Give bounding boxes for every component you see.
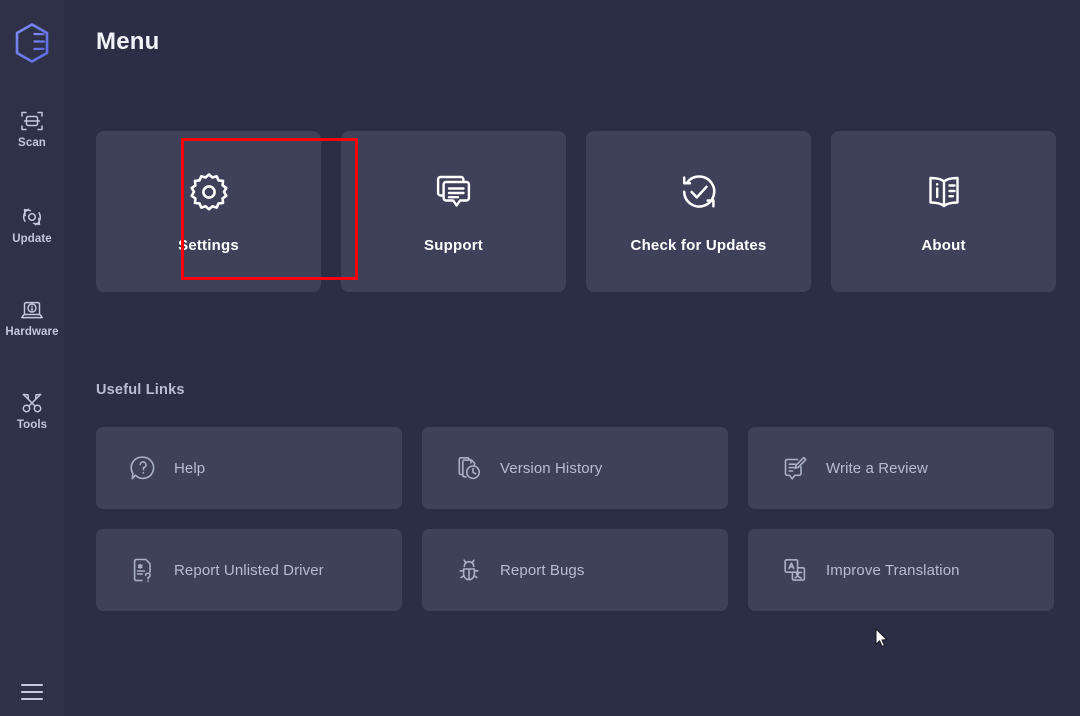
sidebar-item-label: Scan (18, 137, 46, 149)
main-content: Menu Settings Support Check for Updates … (64, 0, 1080, 716)
link-card-label: Help (174, 459, 206, 477)
sidebar-item-label: Hardware (5, 326, 59, 338)
menu-card-grid: Settings Support Check for Updates About (96, 131, 1056, 292)
mouse-cursor-icon (875, 628, 888, 648)
tools-icon (22, 393, 42, 413)
hamburger-bar (21, 684, 43, 686)
gear-icon (189, 173, 228, 211)
sidebar-item-hardware[interactable]: Hardware (0, 297, 64, 338)
link-card-label: Write a Review (826, 459, 928, 477)
useful-links-grid: Help Version History Write a Review Repo… (96, 427, 1056, 611)
page-title: Menu (96, 28, 160, 55)
hamburger-bar (21, 691, 43, 693)
update-icon (22, 208, 42, 226)
link-card-label: Report Unlisted Driver (174, 561, 324, 579)
menu-card-label: Support (424, 237, 483, 254)
book-info-icon (928, 176, 959, 208)
review-pencil-icon (784, 456, 807, 480)
bug-icon (459, 559, 479, 581)
sidebar-item-label: Tools (16, 419, 48, 431)
link-card-write-a-review[interactable]: Write a Review (748, 427, 1054, 509)
chat-icon (436, 175, 470, 207)
document-question-icon (133, 558, 151, 583)
link-card-label: Report Bugs (500, 561, 585, 579)
menu-card-label: Settings (178, 237, 239, 254)
sidebar-item-update[interactable]: Update (0, 204, 64, 245)
link-card-version-history[interactable]: Version History (422, 427, 728, 509)
useful-links-title: Useful Links (96, 382, 185, 398)
app-logo[interactable] (0, 22, 64, 64)
menu-card-settings[interactable]: Settings (96, 131, 321, 292)
hardware-icon (21, 301, 43, 319)
hamburger-bar (21, 698, 43, 700)
menu-card-label: Check for Updates (630, 237, 767, 254)
hamburger-icon (15, 676, 49, 708)
refresh-check-icon (682, 175, 715, 208)
application-window: Scan Update Hardware Tools Menu Settings… (0, 0, 1080, 716)
link-card-help[interactable]: Help (96, 427, 402, 509)
link-card-label: Version History (500, 459, 603, 477)
menu-card-support[interactable]: Support (341, 131, 566, 292)
app-logo-hexagon-icon (15, 23, 49, 63)
link-card-report-bugs[interactable]: Report Bugs (422, 529, 728, 611)
link-card-label: Improve Translation (826, 561, 960, 579)
sidebar-item-tools[interactable]: Tools (0, 390, 64, 431)
menu-toggle-button[interactable] (0, 676, 64, 708)
menu-card-about[interactable]: About (831, 131, 1056, 292)
sidebar-item-scan[interactable]: Scan (0, 108, 64, 149)
history-clock-icon (458, 457, 480, 480)
menu-card-check-for-updates[interactable]: Check for Updates (586, 131, 811, 292)
sidebar-item-label: Update (12, 233, 52, 245)
sidebar: Scan Update Hardware Tools (0, 0, 64, 716)
question-bubble-icon (130, 456, 155, 480)
translate-icon (784, 558, 806, 581)
scan-icon (21, 111, 43, 131)
menu-card-label: About (921, 237, 966, 254)
link-card-report-unlisted-driver[interactable]: Report Unlisted Driver (96, 529, 402, 611)
link-card-improve-translation[interactable]: Improve Translation (748, 529, 1054, 611)
